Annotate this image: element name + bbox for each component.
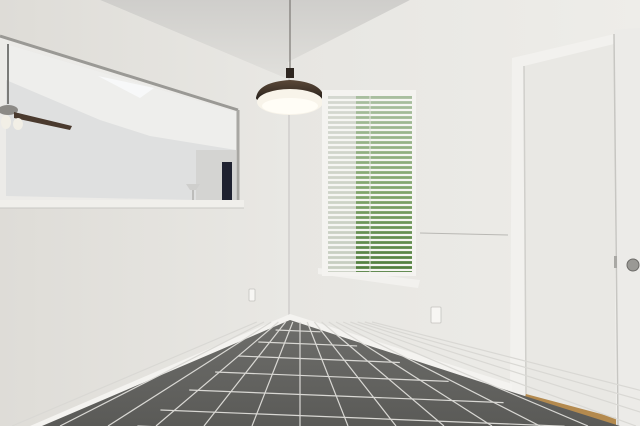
room-photo [0,0,640,426]
door-hinge [614,256,617,268]
door-knob-icon [626,258,640,272]
room-illustration [0,0,640,426]
window-blinds-icon [318,90,420,288]
door-icon [510,28,640,426]
